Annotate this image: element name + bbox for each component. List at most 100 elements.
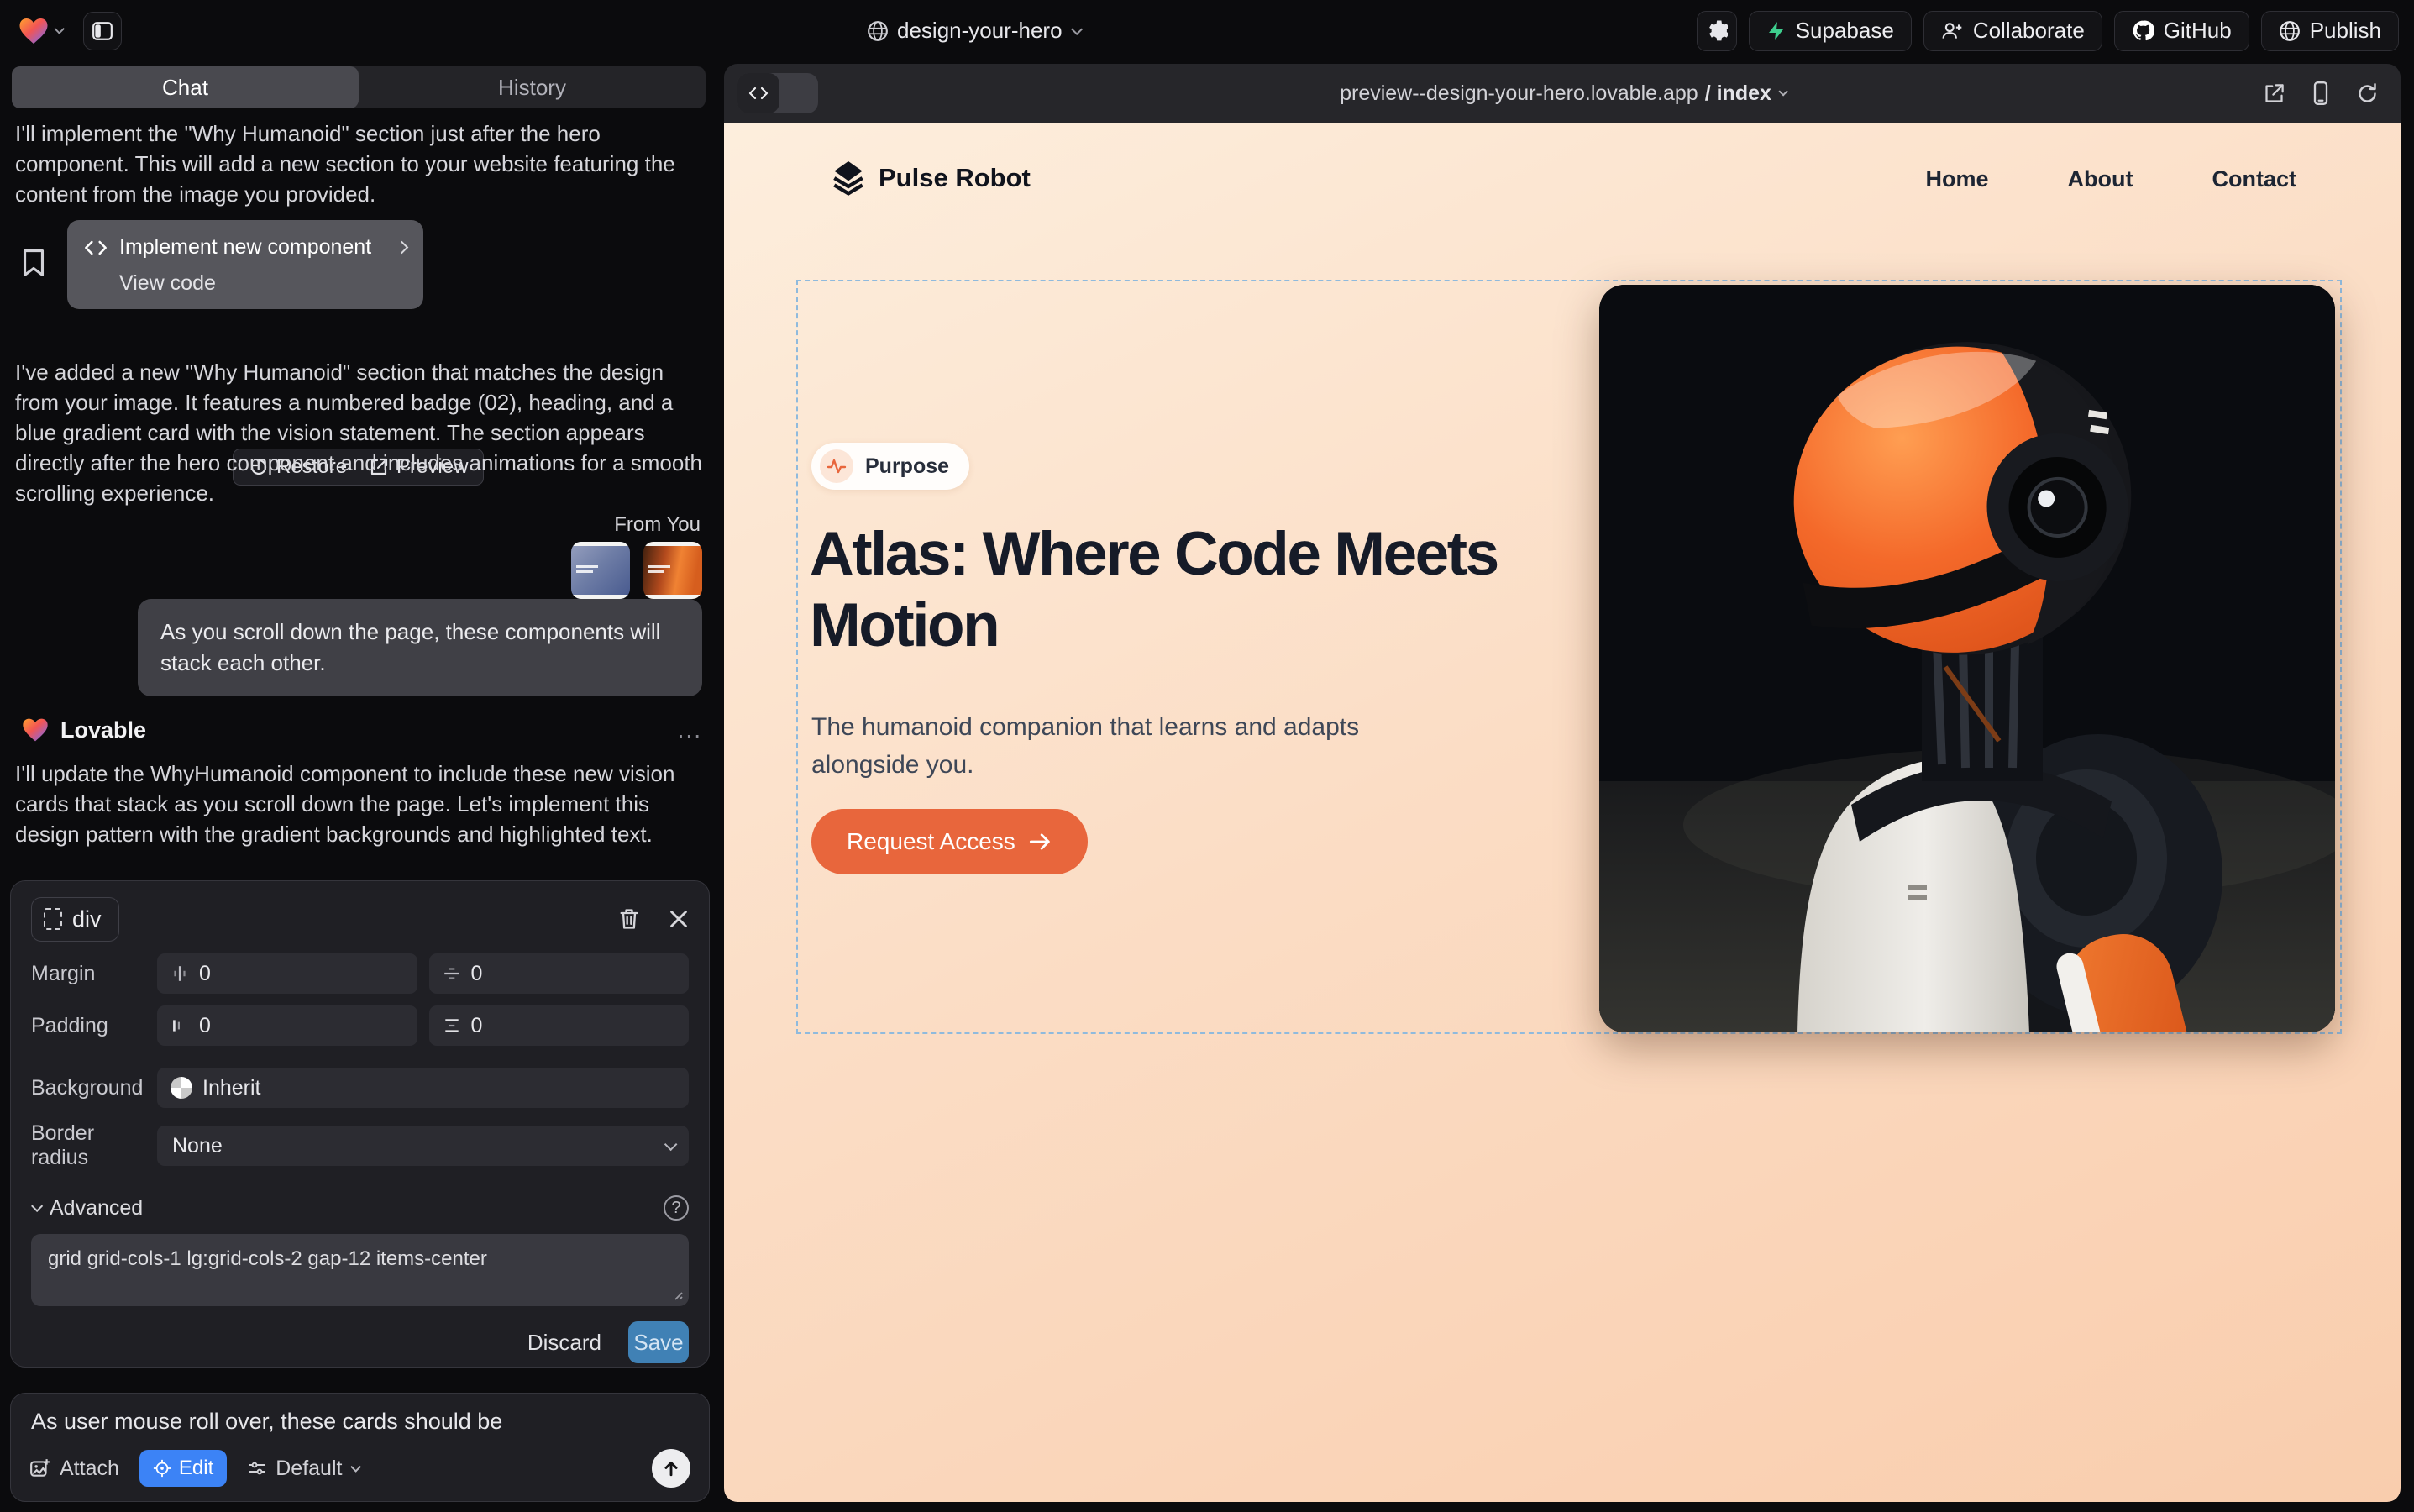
advanced-label: Advanced <box>50 1196 143 1221</box>
nav-contact[interactable]: Contact <box>2212 166 2297 192</box>
chevron-down-icon <box>31 1200 43 1212</box>
send-button[interactable] <box>652 1449 690 1488</box>
border-radius-row: Border radius None <box>31 1121 689 1170</box>
background-label: Background <box>31 1076 157 1100</box>
hero-robot-image <box>1599 285 2335 1032</box>
settings-sliders-icon <box>247 1458 267 1478</box>
padding-label: Padding <box>31 1014 157 1038</box>
attachment-thumbnail-orange[interactable] <box>643 542 702 599</box>
github-button[interactable]: GitHub <box>2114 11 2249 51</box>
site-nav: Home About Contact <box>1926 166 2296 192</box>
close-icon[interactable] <box>669 909 689 929</box>
padding-x-icon <box>171 1016 189 1035</box>
code-icon <box>748 86 769 101</box>
chevron-down-icon <box>1778 87 1787 96</box>
edit-mode-button[interactable]: Edit <box>139 1450 227 1487</box>
view-code-link[interactable]: View code <box>119 271 407 296</box>
element-inspector-panel: div Margin 0 <box>10 880 710 1368</box>
message-menu-button[interactable]: ... <box>678 717 702 743</box>
nav-about[interactable]: About <box>2068 166 2133 192</box>
hero-heading: Atlas: Where Code Meets Motion <box>810 518 1515 662</box>
send-arrow-icon <box>662 1459 680 1478</box>
lovable-logo-icon <box>18 17 49 45</box>
chevron-down-icon <box>351 1462 362 1473</box>
request-access-button[interactable]: Request Access <box>811 809 1088 874</box>
margin-row: Margin 0 0 <box>31 953 689 994</box>
chevron-right-icon <box>396 241 409 255</box>
open-external-button[interactable] <box>2263 82 2285 105</box>
margin-y-icon <box>443 964 461 983</box>
robot-illustration <box>1599 285 2335 1032</box>
lovable-menu[interactable] <box>18 17 61 45</box>
selected-hero-section[interactable]: Purpose Atlas: Where Code Meets Motion T… <box>796 280 2342 1034</box>
save-button[interactable]: Save <box>628 1321 689 1363</box>
project-switcher[interactable]: design-your-hero <box>867 0 1079 61</box>
margin-x-input[interactable]: 0 <box>157 953 417 994</box>
resize-handle-icon[interactable] <box>670 1288 684 1301</box>
preview-frame: preview--design-your-hero.lovable.app / … <box>724 64 2401 1502</box>
sidebar-toggle-button[interactable] <box>83 12 122 50</box>
assistant-message-3: I'll update the WhyHumanoid component to… <box>15 759 702 849</box>
composer-input[interactable]: As user mouse roll over, these cards sho… <box>31 1409 689 1435</box>
margin-y-input[interactable]: 0 <box>429 953 690 994</box>
border-radius-select[interactable]: None <box>157 1126 689 1166</box>
code-toggle-segment[interactable] <box>737 73 779 113</box>
tab-history[interactable]: History <box>359 66 706 108</box>
supabase-button[interactable]: Supabase <box>1749 11 1912 51</box>
code-preview-toggle[interactable] <box>737 73 818 113</box>
component-card[interactable]: Implement new component View code <box>67 220 423 309</box>
attachment-thumbnails <box>571 542 702 599</box>
topbar: design-your-hero Supabase Collaborate <box>0 0 2414 61</box>
edit-target-icon <box>153 1459 171 1478</box>
user-message-bubble: As you scroll down the page, these compo… <box>138 599 702 696</box>
publish-globe-icon <box>2279 20 2301 42</box>
chevron-down-icon <box>1071 23 1083 34</box>
margin-x-icon <box>171 964 189 983</box>
chevron-down-icon <box>664 1137 678 1151</box>
arrow-right-icon <box>1029 832 1052 852</box>
settings-button[interactable] <box>1697 11 1737 51</box>
assistant-name: Lovable <box>60 717 666 743</box>
chevron-down-icon <box>54 24 65 34</box>
hero-subheading: The humanoid companion that learns and a… <box>811 708 1391 784</box>
bookmark-icon[interactable] <box>22 249 45 277</box>
advanced-classes-textarea[interactable]: grid grid-cols-1 lg:grid-cols-2 gap-12 i… <box>31 1234 689 1306</box>
chat-history-tabs: Chat History <box>12 66 706 108</box>
margin-label: Margin <box>31 962 157 986</box>
tab-chat[interactable]: Chat <box>12 66 359 108</box>
refresh-button[interactable] <box>2356 82 2379 105</box>
attach-button[interactable]: Attach <box>29 1457 119 1481</box>
background-input[interactable]: Inherit <box>157 1068 689 1108</box>
selected-element-pill[interactable]: div <box>31 897 119 942</box>
assistant-message-1: I'll implement the "Why Humanoid" sectio… <box>15 118 702 209</box>
padding-row: Padding 0 0 <box>31 1005 689 1046</box>
discard-button[interactable]: Discard <box>527 1330 601 1356</box>
collaborate-icon <box>1941 20 1964 42</box>
attachment-thumbnail-blue[interactable] <box>571 542 630 599</box>
preview-header: preview--design-your-hero.lovable.app / … <box>724 64 2401 123</box>
pulse-icon <box>827 456 847 476</box>
preview-path: / index <box>1705 81 1771 106</box>
help-icon[interactable]: ? <box>664 1195 689 1221</box>
preview-viewport: Pulse Robot Home About Contact Purpose A… <box>724 123 2401 1502</box>
pulse-robot-logo-icon <box>832 160 865 197</box>
model-mode-select[interactable]: Default <box>247 1457 358 1481</box>
chat-composer[interactable]: As user mouse roll over, these cards sho… <box>10 1393 710 1502</box>
attach-image-icon <box>29 1457 51 1479</box>
assistant-header: Lovable ... <box>22 717 702 743</box>
nav-home[interactable]: Home <box>1926 166 1989 192</box>
collaborate-button[interactable]: Collaborate <box>1923 11 2102 51</box>
site-logo[interactable]: Pulse Robot <box>832 160 1031 197</box>
trash-icon[interactable] <box>618 907 640 931</box>
publish-button[interactable]: Publish <box>2261 11 2399 51</box>
lovable-heart-icon <box>22 717 49 743</box>
purpose-badge: Purpose <box>811 443 969 490</box>
mobile-view-button[interactable] <box>2311 81 2331 105</box>
padding-y-input[interactable]: 0 <box>429 1005 690 1046</box>
project-name: design-your-hero <box>897 18 1063 44</box>
advanced-section-header[interactable]: Advanced ? <box>31 1195 689 1221</box>
from-you-label: From You <box>614 513 701 537</box>
transparency-swatch-icon <box>171 1077 192 1099</box>
gear-icon <box>1705 19 1728 42</box>
padding-x-input[interactable]: 0 <box>157 1005 417 1046</box>
